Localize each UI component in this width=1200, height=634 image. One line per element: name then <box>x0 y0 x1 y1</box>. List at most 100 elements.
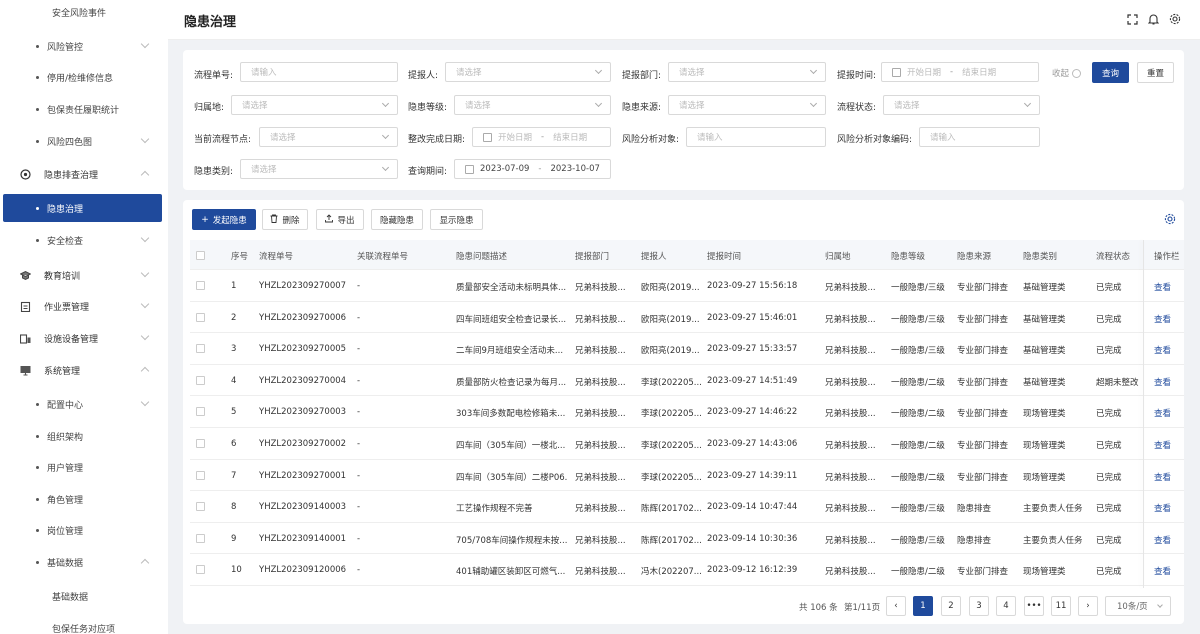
fullscreen-icon[interactable] <box>1126 13 1138 25</box>
reset-button[interactable]: 重置 <box>1137 62 1174 83</box>
bell-icon[interactable] <box>1147 13 1159 25</box>
sidebar-item-6[interactable]: 隐患治理 <box>3 194 162 222</box>
query-button[interactable]: 查询 <box>1092 62 1129 83</box>
select-all-checkbox[interactable] <box>196 251 205 260</box>
create-hazard-button[interactable]: + 发起隐患 <box>192 209 256 230</box>
reporter-select[interactable]: 请选择 <box>445 62 611 82</box>
row-checkbox[interactable] <box>196 375 205 385</box>
page-button[interactable]: ••• <box>1024 596 1044 616</box>
node-select[interactable]: 请选择 <box>259 127 398 147</box>
process-no-input[interactable]: 请输入 <box>240 62 398 82</box>
page-header: 隐患治理 <box>168 0 1200 40</box>
page-button[interactable]: 3 <box>969 596 989 616</box>
report-time-range[interactable]: 开始日期 - 结束日期 <box>881 62 1039 82</box>
sidebar-item-11[interactable]: 系统管理 <box>0 356 168 384</box>
column-header: 操作栏 <box>1154 252 1180 262</box>
row-checkbox[interactable] <box>196 565 205 575</box>
table-cell: 李球(202205... <box>641 472 702 483</box>
table-cell: 兄弟科技股... <box>575 377 626 388</box>
level-select[interactable]: 请选择 <box>454 95 611 115</box>
sidebar-item-5[interactable]: 隐患排查治理 <box>0 160 168 188</box>
delete-button[interactable]: 删除 <box>262 209 308 230</box>
sidebar-item-19[interactable]: 包保任务对应项 <box>0 614 168 634</box>
query-period-range[interactable]: 2023-07-09-2023-10-07 <box>454 159 611 179</box>
sidebar-item-18[interactable]: 基础数据 <box>0 582 168 610</box>
table-cell: 现场管理类 <box>1023 472 1066 483</box>
page-size-select[interactable]: 10条/页 <box>1105 596 1171 616</box>
next-page-button[interactable]: › <box>1078 596 1098 616</box>
table-cell: 一般隐患/三级 <box>891 314 945 325</box>
collapse-toggle[interactable]: 收起 <box>1052 67 1082 79</box>
table-row: 8 YHZL202309140003- 工艺操作规程不完善 兄弟科技股... 陈辉(20… <box>190 491 1184 523</box>
row-checkbox[interactable] <box>196 344 205 354</box>
table-cell: 一般隐患/二级 <box>891 441 945 451</box>
process-no-label: 流程单号: <box>194 71 234 81</box>
location-select[interactable]: 请选择 <box>231 95 398 115</box>
table-cell: 已完成 <box>1096 409 1122 420</box>
row-checkbox[interactable] <box>196 502 205 512</box>
row-checkbox[interactable] <box>196 533 205 543</box>
sidebar-item-2[interactable]: 停用/检维修信息 <box>0 63 168 91</box>
settings-icon[interactable] <box>1169 13 1181 25</box>
table-cell: 欧阳亮(2019... <box>641 283 700 293</box>
row-checkbox[interactable] <box>196 439 205 448</box>
sidebar-item-0[interactable]: 安全风险事件 <box>0 0 168 26</box>
table-row: 3 YHZL202309270005- 二车间9月班组安全活动未... 兄弟科技股..… <box>190 333 1184 365</box>
table-cell: YHZL202309120006 <box>259 565 347 576</box>
column-settings-icon[interactable] <box>1164 213 1176 225</box>
table-cell: 欧阳亮(2019... <box>641 346 700 357</box>
export-button[interactable]: 导出 <box>316 209 364 230</box>
risk-obj-input[interactable]: 请输入 <box>686 127 826 147</box>
table-cell: - <box>357 502 361 513</box>
category-select[interactable]: 请选择 <box>240 159 398 179</box>
sidebar-item-15[interactable]: 角色管理 <box>0 485 168 513</box>
device-icon <box>20 333 31 344</box>
total-count: 共 106 条 <box>799 603 838 613</box>
table-row: 4 YHZL202309270004- 质量部防火检查记录为每月... 兄弟科技股..… <box>190 365 1184 397</box>
sidebar-item-14[interactable]: 用户管理 <box>0 453 168 481</box>
row-checkbox[interactable] <box>196 407 205 417</box>
dept-select[interactable]: 请选择 <box>668 62 826 82</box>
sidebar-item-10[interactable]: 设施设备管理 <box>0 324 168 352</box>
sidebar-item-13[interactable]: 组织架构 <box>0 422 168 450</box>
prev-page-button[interactable]: ‹ <box>886 596 906 616</box>
status-select[interactable]: 请选择 <box>883 95 1040 115</box>
table-cell: 2023-09-27 14:39:11 <box>707 470 798 481</box>
page-button[interactable]: 11 <box>1051 596 1071 616</box>
view-link[interactable]: 查看 <box>1154 344 1171 356</box>
sidebar-item-label: 风险四色图 <box>47 137 93 148</box>
chevron-down-icon <box>140 299 150 309</box>
sidebar-item-1[interactable]: 风险管控 <box>0 32 168 60</box>
sidebar-item-12[interactable]: 配置中心 <box>0 390 168 418</box>
view-link[interactable]: 查看 <box>1154 313 1171 325</box>
row-checkbox[interactable] <box>196 281 205 290</box>
view-link[interactable]: 查看 <box>1154 281 1171 293</box>
fix-date-range[interactable]: 开始日期 - 结束日期 <box>472 127 611 147</box>
sidebar-item-9[interactable]: 作业票管理 <box>0 292 168 320</box>
show-hazard-button[interactable]: 显示隐患 <box>430 209 483 230</box>
page-button[interactable]: 1 <box>913 596 933 616</box>
source-select[interactable]: 请选择 <box>668 95 826 115</box>
view-link[interactable]: 查看 <box>1154 534 1171 546</box>
sidebar-item-16[interactable]: 岗位管理 <box>0 516 168 544</box>
view-link[interactable]: 查看 <box>1154 376 1171 388</box>
row-checkbox[interactable] <box>196 470 205 480</box>
risk-code-input[interactable]: 请输入 <box>919 127 1040 147</box>
source-label: 隐患来源: <box>622 103 662 113</box>
view-link[interactable]: 查看 <box>1154 439 1171 451</box>
sidebar-item-8[interactable]: 教育培训 <box>0 261 168 289</box>
view-link[interactable]: 查看 <box>1154 471 1171 483</box>
page-button[interactable]: 2 <box>941 596 961 616</box>
view-link[interactable]: 查看 <box>1154 565 1171 577</box>
table-cell: 401辅助罐区装卸区可燃气... <box>456 567 566 578</box>
sidebar-item-4[interactable]: 风险四色图 <box>0 127 168 155</box>
hide-hazard-button[interactable]: 隐藏隐患 <box>371 209 423 230</box>
row-checkbox[interactable] <box>196 312 205 322</box>
level-label: 隐患等级: <box>408 103 448 113</box>
sidebar-item-7[interactable]: 安全检查 <box>0 226 168 254</box>
view-link[interactable]: 查看 <box>1154 502 1171 514</box>
sidebar-item-17[interactable]: 基础数据 <box>0 548 168 576</box>
sidebar-item-3[interactable]: 包保责任履职统计 <box>0 95 168 123</box>
page-button[interactable]: 4 <box>996 596 1016 616</box>
view-link[interactable]: 查看 <box>1154 407 1171 419</box>
